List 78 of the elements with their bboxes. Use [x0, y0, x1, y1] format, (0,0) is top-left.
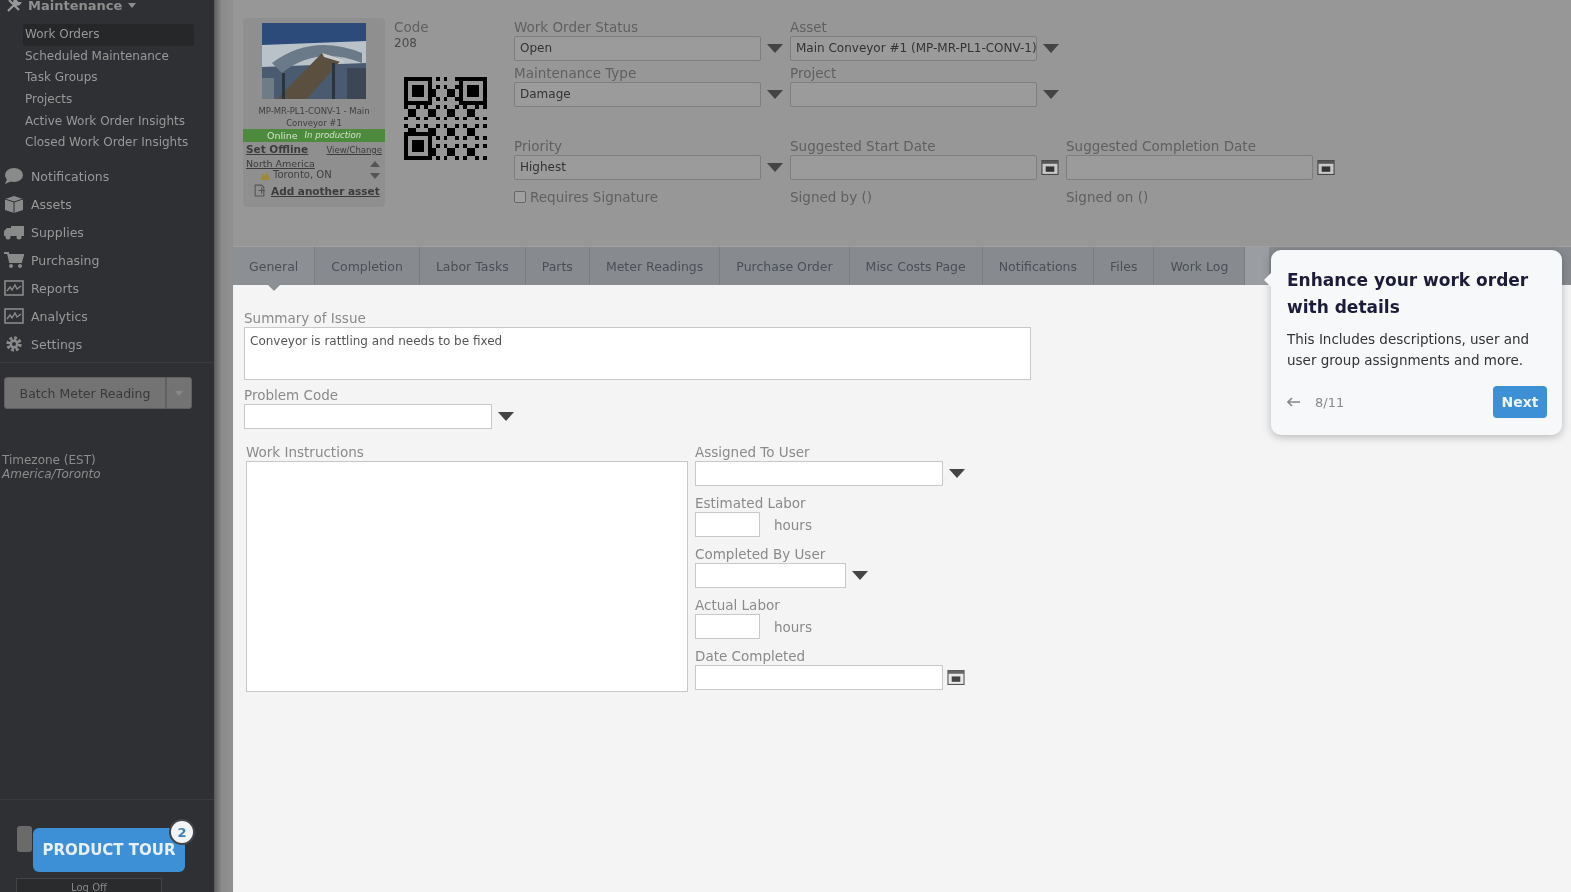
nav-item[interactable]: Reports [0, 274, 214, 303]
wrench-icon [6, 0, 22, 13]
nav-item[interactable]: Assets [0, 190, 214, 219]
status-bar: Online In production [243, 129, 385, 142]
select-field[interactable] [790, 82, 1037, 107]
caret-icon [128, 2, 137, 8]
code-value: 208 [394, 36, 418, 50]
scroll-up-icon[interactable] [370, 161, 380, 167]
date-field[interactable] [790, 155, 1037, 180]
maintenance-menu[interactable]: Maintenance [0, 0, 214, 12]
date-field[interactable] [1066, 155, 1313, 180]
sidebar-item[interactable]: Task Groups [25, 67, 194, 90]
cart-icon [4, 251, 24, 270]
box-icon [4, 195, 24, 214]
select-field[interactable] [244, 404, 492, 429]
dropdown-icon[interactable] [852, 571, 868, 580]
add-asset-link[interactable]: Add another asset [271, 184, 380, 197]
timezone-label: Timezone (EST) [2, 453, 97, 468]
select-field[interactable] [695, 461, 943, 486]
sidebar-item[interactable]: Closed Work Order Insights [25, 132, 194, 155]
calendar-icon[interactable] [947, 670, 965, 685]
calendar-icon[interactable] [1317, 160, 1335, 175]
back-arrow-icon[interactable] [1287, 397, 1301, 407]
unit-label: hours [774, 618, 812, 635]
set-offline-link[interactable]: Set Offline [246, 143, 309, 155]
sidebar-item[interactable]: Active Work Order Insights [25, 110, 194, 133]
checkbox[interactable] [514, 191, 526, 203]
field-label: Completed By User [695, 545, 826, 563]
select-field[interactable] [695, 563, 846, 588]
scroll-down-icon[interactable] [370, 173, 380, 179]
nav-item[interactable]: Analytics [0, 302, 214, 331]
hours-field[interactable] [695, 614, 760, 639]
sidebar-item[interactable]: Projects [25, 89, 194, 111]
dropdown-button[interactable] [166, 377, 192, 410]
timezone-value: America/Toronto [2, 467, 102, 482]
step-counter: 8/11 [1315, 394, 1345, 410]
select-field[interactable]: Highest [514, 155, 761, 180]
field-label: Problem Code [244, 386, 339, 404]
add-icon [253, 184, 266, 197]
select-field[interactable]: Open [514, 36, 761, 61]
chart-icon [4, 279, 24, 298]
select-field[interactable]: Main Conveyor #1 (MP-MR-PL1-CONV-1) [790, 36, 1037, 61]
hidden-tab[interactable] [1245, 247, 1270, 285]
select-field[interactable]: Damage [514, 82, 761, 107]
chart-icon [4, 307, 24, 326]
truck-icon [4, 223, 24, 242]
asset-name: MP-MR-PL1-CONV-1 - Main Conveyor #1 [257, 105, 371, 129]
nav-item[interactable]: Settings [0, 330, 214, 359]
popover-text: This Includes descriptions, user and user group assignments and more. [1287, 330, 1531, 370]
field-label: Summary of Issue [244, 309, 366, 327]
summary-textarea[interactable]: Conveyor is rattling and needs to be fixed [244, 327, 1031, 380]
unit-label: hours [774, 516, 812, 533]
sublocation: Toronto, ON [273, 169, 332, 180]
nav-item[interactable]: Notifications [0, 162, 214, 191]
popover-title: Enhance your work order with details [1287, 269, 1530, 319]
field-label: Date Completed [695, 647, 806, 665]
dropdown-icon[interactable] [949, 469, 965, 478]
sidebar-item[interactable]: Scheduled Maintenance [25, 45, 194, 68]
sidebar-item[interactable]: Work Orders [23, 24, 194, 46]
calendar-icon[interactable] [1041, 160, 1059, 175]
location-icon [260, 169, 270, 180]
gear-icon [4, 335, 24, 354]
location-link[interactable]: North America [246, 158, 315, 169]
nav-item[interactable]: Purchasing [0, 246, 214, 275]
field-label: Estimated Labor [695, 494, 806, 512]
hours-field[interactable] [695, 512, 760, 537]
field-label: Work Instructions [246, 443, 364, 461]
dropdown-icon[interactable] [498, 412, 514, 421]
view-change-link[interactable]: View/Change [326, 145, 382, 155]
log-off-button[interactable]: Log Off [16, 878, 162, 892]
qr-code-icon [404, 77, 487, 160]
nav-item[interactable]: Supplies [0, 218, 214, 247]
date-field[interactable] [695, 665, 943, 690]
batch-meter-reading-button[interactable]: Batch Meter Reading [4, 377, 166, 410]
next-button[interactable]: Next [1493, 386, 1547, 418]
field-label: Actual Labor [695, 596, 780, 614]
field-label: Assigned To User [695, 443, 810, 461]
speech-bubble-icon [4, 167, 24, 186]
